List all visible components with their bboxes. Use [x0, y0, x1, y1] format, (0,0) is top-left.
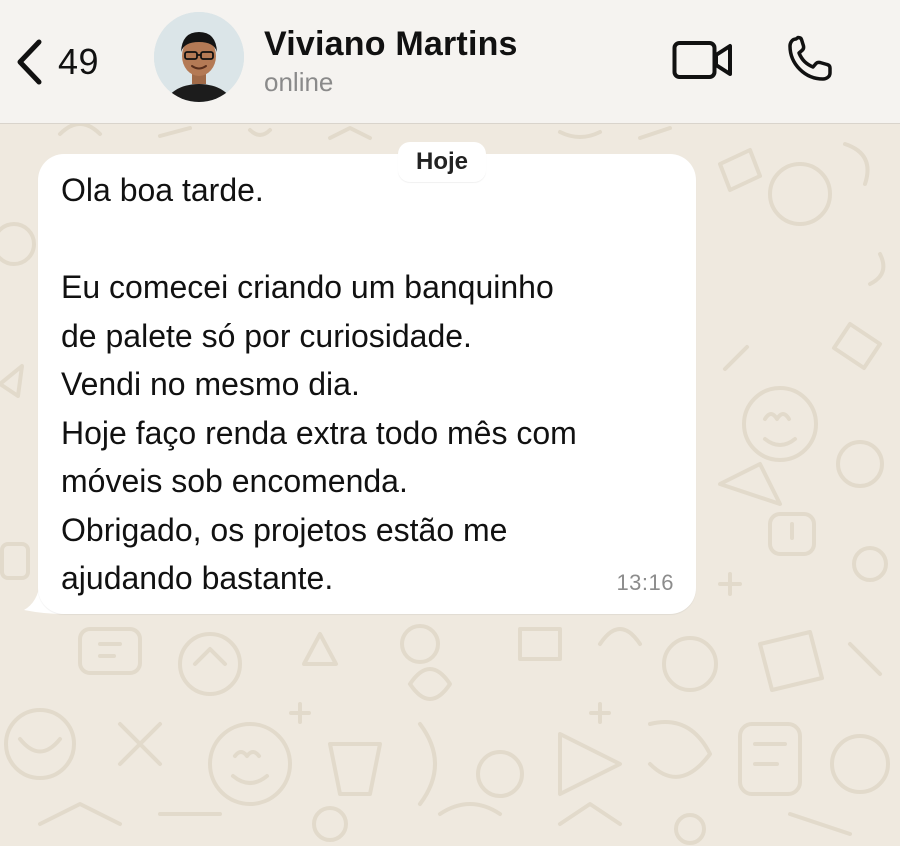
phone-icon [788, 35, 832, 81]
back-button[interactable]: 49 [14, 34, 99, 90]
unread-count: 49 [58, 41, 100, 82]
contact-name: Viviano Martins [264, 25, 518, 63]
message-text: Ola boa tarde. Eu comecei criando um ban… [61, 172, 577, 596]
incoming-message-bubble[interactable]: Ola boa tarde. Eu comecei criando um ban… [38, 154, 696, 614]
video-camera-icon [672, 41, 732, 79]
chat-area[interactable]: Hoje Ola boa tarde. Eu comecei criando u… [0, 124, 900, 846]
avatar[interactable] [154, 12, 244, 102]
video-call-button[interactable] [672, 40, 734, 80]
contact-info[interactable]: Viviano Martins online [264, 24, 518, 98]
date-separator: Hoje [398, 142, 487, 182]
message-timestamp: 13:16 [616, 570, 674, 595]
voice-call-button[interactable] [785, 34, 835, 84]
chevron-left-icon [17, 39, 42, 85]
avatar-photo [154, 12, 244, 102]
contact-status: online [264, 67, 334, 97]
chat-header: 49 Viviano Martins online [0, 0, 900, 124]
